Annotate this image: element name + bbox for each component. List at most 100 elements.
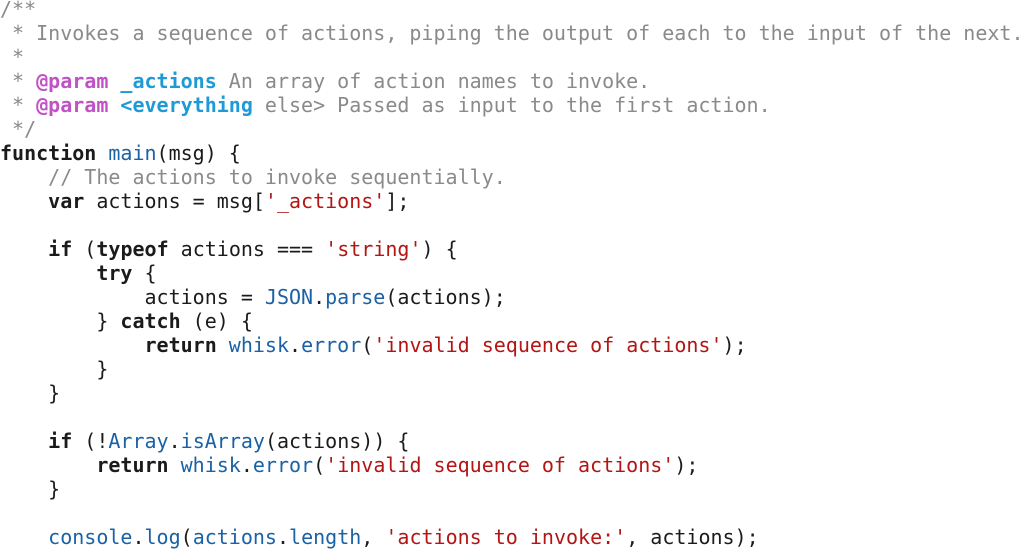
code-token-comment: */: [0, 117, 37, 141]
code-token-comment: // The actions to invoke sequentially.: [48, 165, 506, 189]
code-token-string: '_actions': [264, 189, 386, 213]
code-token-builtin: console: [48, 525, 133, 549]
code-token-fn: isArray: [180, 429, 265, 453]
code-token-plain: .: [168, 429, 181, 453]
code-line: ​: [0, 501, 1024, 525]
code-token-plain: (: [313, 453, 326, 477]
code-line: * @param _actions An array of action nam…: [0, 69, 1024, 93]
code-token-plain: .: [276, 525, 290, 549]
code-token-doctag: @param: [36, 93, 109, 117]
code-line: if (!Array.isArray(actions)) {: [0, 429, 1024, 453]
code-line: console.log(actions.length, 'actions to …: [0, 525, 1024, 549]
code-token-keyword: typeof: [96, 237, 169, 261]
code-token-docparam: _actions: [120, 69, 217, 93]
code-token-comment: [108, 69, 120, 93]
code-token-plain: (: [72, 237, 97, 261]
code-view[interactable]: /** * Invokes a sequence of actions, pip…: [0, 0, 1024, 549]
code-line: } catch (e) {: [0, 309, 1024, 333]
code-token-string: 'invalid sequence of actions': [373, 333, 723, 357]
code-token-builtin: actions: [192, 525, 277, 549]
code-token-fn: main: [108, 141, 157, 165]
code-token-plain: (e) {: [180, 309, 253, 333]
code-token-keyword: try: [96, 261, 133, 285]
code-token-builtin: whisk: [228, 333, 290, 357]
code-token-plain: .: [240, 453, 253, 477]
code-token-doctag: @param: [36, 69, 109, 93]
code-line: if (typeof actions === 'string') {: [0, 237, 1024, 261]
code-token-builtin: length: [289, 525, 362, 549]
code-token-builtin: Array: [108, 429, 169, 453]
code-line: ​: [0, 405, 1024, 429]
code-token-plain: actions =: [0, 285, 265, 309]
code-token-keyword: catch: [120, 309, 181, 333]
code-line: *: [0, 45, 1024, 69]
code-token-keyword: return: [96, 453, 169, 477]
code-token-plain: }: [0, 309, 121, 333]
code-token-plain: }: [0, 477, 61, 501]
code-token-plain: (!: [72, 429, 109, 453]
code-line: return whisk.error('invalid sequence of …: [0, 453, 1024, 477]
code-line: }: [0, 357, 1024, 381]
code-token-plain: }: [0, 357, 109, 381]
code-editor[interactable]: /** * Invokes a sequence of actions, pip…: [0, 0, 1026, 559]
code-token-fn: error: [301, 333, 362, 357]
code-token-comment: An array of action names to invoke.: [216, 69, 651, 93]
code-token-plain: ,: [361, 525, 386, 549]
code-token-keyword: if: [48, 429, 73, 453]
code-token-plain: );: [674, 453, 699, 477]
code-token-comment: [108, 93, 120, 117]
code-token-comment: *: [0, 93, 37, 117]
code-token-plain: }: [0, 381, 61, 405]
code-token-string: 'invalid sequence of actions': [325, 453, 675, 477]
code-line: }: [0, 477, 1024, 501]
code-line: * @param <everything else> Passed as inp…: [0, 93, 1024, 117]
code-token-plain: , actions);: [626, 525, 759, 549]
code-token-comment: *: [0, 69, 37, 93]
code-token-plain: (actions)) {: [264, 429, 410, 453]
code-token-plain: (actions);: [385, 285, 506, 309]
code-token-string: 'string': [325, 237, 422, 261]
code-line: // The actions to invoke sequentially.: [0, 165, 1024, 189]
code-token-comment: /**: [0, 0, 37, 21]
code-line: * Invokes a sequence of actions, piping …: [0, 21, 1024, 45]
code-token-plain: ) {: [421, 237, 458, 261]
code-token-plain: );: [722, 333, 747, 357]
code-token-keyword: if: [48, 237, 73, 261]
code-token-plain: {: [132, 261, 157, 285]
code-token-builtin: JSON: [264, 285, 314, 309]
code-token-fn: log: [144, 525, 181, 549]
code-line: /**: [0, 0, 1024, 21]
code-token-comment: * Invokes a sequence of actions, piping …: [0, 21, 1024, 45]
code-token-comment: else> Passed as input to the first actio…: [252, 93, 771, 117]
code-line: actions = JSON.parse(actions);: [0, 285, 1024, 309]
code-token-keyword: var: [48, 189, 85, 213]
code-line: return whisk.error('invalid sequence of …: [0, 333, 1024, 357]
code-token-plain: .: [289, 333, 302, 357]
code-line: var actions = msg['_actions'];: [0, 189, 1024, 213]
code-token-plain: (: [180, 525, 193, 549]
code-line: }: [0, 381, 1024, 405]
code-token-string: 'actions to invoke:': [385, 525, 627, 549]
code-token-keyword: function: [0, 141, 97, 165]
code-line: function main(msg) {: [0, 141, 1024, 165]
code-token-plain: ];: [385, 189, 410, 213]
code-token-builtin: whisk: [180, 453, 241, 477]
code-line: */: [0, 117, 1024, 141]
code-token-plain: actions = msg[: [84, 189, 265, 213]
code-token-plain: actions ===: [168, 237, 326, 261]
code-token-comment: *: [0, 45, 25, 69]
code-token-plain: .: [132, 525, 145, 549]
code-token-plain: .: [313, 285, 326, 309]
code-token-keyword: return: [144, 333, 217, 357]
code-line: ​: [0, 213, 1024, 237]
